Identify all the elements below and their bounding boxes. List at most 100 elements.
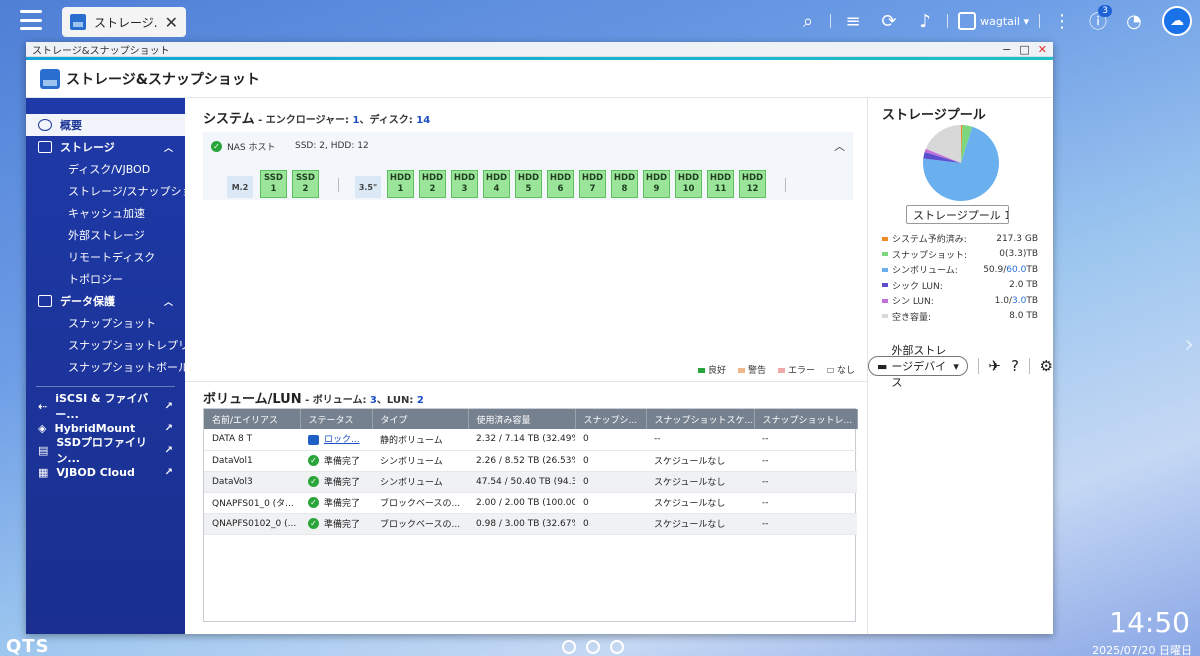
sidebar-item-cache[interactable]: キャッシュ加速	[26, 202, 185, 224]
table-cell: 0	[575, 492, 646, 514]
column-header[interactable]: 名前/エイリアス	[204, 409, 301, 429]
disk-slot[interactable]: HDD 2	[419, 170, 446, 198]
sidebar-group-storage[interactable]: ストレージ ︿	[26, 136, 185, 158]
usage-swatch	[882, 283, 888, 288]
sidebar-group-data-protection[interactable]: データ保護 ︿	[26, 290, 185, 312]
disk-number: 5	[525, 184, 532, 194]
dock-book-icon[interactable]	[610, 640, 624, 654]
status-text[interactable]: ロック...	[324, 432, 360, 445]
usage-value-text: 8.0 TB	[1009, 311, 1038, 322]
disk-slot[interactable]: HDD 3	[451, 170, 478, 198]
sidebar-item-label: SSDプロファイリン...	[56, 436, 147, 465]
sidebar-item-snapshot-vault[interactable]: スナップショットボールト	[26, 356, 185, 378]
bell-icon[interactable]: ♪	[907, 0, 943, 42]
sidebar-item-disks[interactable]: ディスク/VJBOD	[26, 158, 185, 180]
pool-usage-list: システム予約済み: 217.3 GB スナップショット: 0(3.3)TB シンボリュー…	[882, 231, 1038, 324]
more-options-icon[interactable]: ⋮	[1044, 0, 1080, 42]
disk-type: HDD	[645, 173, 668, 183]
pool-usage-row: シン LUN: 1.0/3.0TB	[882, 293, 1038, 309]
main-menu-icon[interactable]	[20, 10, 42, 30]
sidebar-item-snapshot[interactable]: スナップショット	[26, 312, 185, 334]
taskbar: ストレージ... ✕ ⌕ ≡ ⟳ ♪ wagtail ▾ ⋮ ⓘ3 ◔ ☁	[0, 0, 1200, 42]
table-row[interactable]: QNAPFS01_0 (タ... ✓ 準備完了 ブロックベースの... 2.00 / 2…	[204, 492, 857, 514]
disk-type: SSD	[296, 173, 315, 183]
dashboard-gauge-icon[interactable]: ◔	[1116, 0, 1152, 42]
collapse-chevron-icon[interactable]: ︿	[834, 138, 845, 154]
disk-slot[interactable]: HDD 11	[707, 170, 734, 198]
disk-number: 8	[621, 184, 628, 194]
table-row[interactable]: DataVol1 ✓ 準備完了 シンボリューム 2.26 / 8.52 TB (26.5…	[204, 450, 857, 472]
sidebar-item-topology[interactable]: トポロジー	[26, 268, 185, 290]
disk-slot[interactable]: HDD 10	[675, 170, 702, 198]
column-header[interactable]: スナップショットスケ...	[646, 409, 755, 429]
sidebar-item-storage-snapshots[interactable]: ストレージ/スナップショ...	[26, 180, 185, 202]
close-tab-icon[interactable]: ✕	[165, 13, 178, 32]
usage-swatch	[882, 314, 888, 319]
sync-icon[interactable]: ⟳	[871, 0, 907, 42]
legend-label: なし	[836, 366, 855, 376]
info-icon[interactable]: ⓘ 3	[1080, 0, 1116, 42]
chevron-right-icon[interactable]: ›	[1184, 330, 1194, 358]
status-text: 準備完了	[324, 478, 361, 488]
maximize-icon[interactable]: □	[1019, 43, 1029, 56]
column-header[interactable]: ステータス	[300, 409, 373, 429]
nas-host: ✓ NAS ホスト	[211, 140, 275, 153]
table-cell: QNAPFS0102_0 (...	[204, 513, 300, 535]
stack-icon[interactable]: ≡	[835, 0, 871, 42]
user-menu[interactable]: wagtail ▾	[952, 12, 1035, 30]
table-cell: ✓ 準備完了	[300, 471, 372, 493]
cloud-icon[interactable]: ☁	[1162, 6, 1192, 36]
disk-slot[interactable]: HDD 5	[515, 170, 542, 198]
column-header[interactable]: 使用済み容量	[468, 409, 576, 429]
window-titlebar[interactable]: ストレージ&スナップショット − □ ✕	[26, 42, 1053, 57]
disk-slot[interactable]: HDD 8	[611, 170, 638, 198]
table-row[interactable]: DataVol3 ✓ 準備完了 シンボリューム 47.54 / 50.40 TB (94…	[204, 471, 857, 493]
pool-selector[interactable]: ストレージプール 1 ▼	[906, 205, 1009, 224]
taskbar-icons: ⌕ ≡ ⟳ ♪ wagtail ▾ ⋮ ⓘ 3 ◔ ☁	[790, 0, 1200, 42]
disk-slot[interactable]: HDD 4	[483, 170, 510, 198]
disk-type: HDD	[485, 173, 508, 183]
sidebar-item-ssd-profiling[interactable]: ▤ SSDプロファイリン... ↗	[26, 436, 185, 465]
disk-slot[interactable]: HDD 6	[547, 170, 574, 198]
close-window-icon[interactable]: ✕	[1038, 43, 1047, 56]
disk-slot[interactable]: HDD 1	[387, 170, 414, 198]
table-row[interactable]: DATA 8 T ロック... 静的ボリューム 2.32 / 7.14 TB (32.…	[204, 429, 857, 451]
table-cell: ブロックベースの...	[372, 492, 468, 514]
sidebar-item-remote-disk[interactable]: リモートディスク	[26, 246, 185, 268]
column-header[interactable]: スナップショットレ...	[754, 409, 858, 429]
iscsi-icon: ⇠	[38, 399, 48, 413]
dock-tools-icon[interactable]	[586, 640, 600, 654]
disk-slot[interactable]: HDD 9	[643, 170, 670, 198]
dock-chart-icon[interactable]	[562, 640, 576, 654]
usage-swatch	[882, 252, 888, 257]
disk-slot[interactable]: SSD 1	[260, 170, 287, 198]
ssd-icon: ▤	[38, 443, 49, 457]
sidebar-item-iscsi[interactable]: ⇠ iSCSI & ファイバー... ↗	[26, 392, 185, 421]
volume-meta: - ボリューム: 3、LUN: 2	[302, 395, 424, 406]
column-header[interactable]: タイプ	[372, 409, 469, 429]
legend-swatch	[826, 368, 834, 373]
app-tab-storage[interactable]: ストレージ... ✕	[62, 7, 186, 37]
disk-slot[interactable]: HDD 7	[579, 170, 606, 198]
table-cell: --	[754, 471, 857, 493]
sidebar-item-snapshot-replica[interactable]: スナップショットレプリカ	[26, 334, 185, 356]
storage-app-icon	[70, 14, 86, 30]
sidebar-item-overview[interactable]: 概要	[26, 114, 185, 136]
disk-slot[interactable]: HDD 12	[739, 170, 766, 198]
table-cell: シンボリューム	[372, 471, 468, 493]
usage-value-total: 3.0	[1012, 295, 1027, 306]
minimize-icon[interactable]: −	[1002, 43, 1011, 56]
disk-slot[interactable]: SSD 2	[292, 170, 319, 198]
status-ok-icon: ✓	[308, 476, 319, 487]
usage-label: 空き容量:	[892, 312, 932, 323]
column-header[interactable]: スナップシ...	[575, 409, 647, 429]
table-row[interactable]: QNAPFS0102_0 (... ✓ 準備完了 ブロックベースの... 0.98 / …	[204, 513, 857, 535]
search-icon[interactable]: ⌕	[790, 0, 826, 42]
window-titlebar-text: ストレージ&スナップショット	[32, 45, 170, 57]
table-cell: 0	[575, 513, 646, 535]
sidebar-item-external-storage[interactable]: 外部ストレージ	[26, 224, 185, 246]
legend-item: エラー	[777, 363, 815, 376]
section-divider	[185, 381, 867, 382]
pool-usage-row: シンボリューム: 50.9/60.0TB	[882, 262, 1038, 278]
legend-swatch	[697, 368, 705, 373]
